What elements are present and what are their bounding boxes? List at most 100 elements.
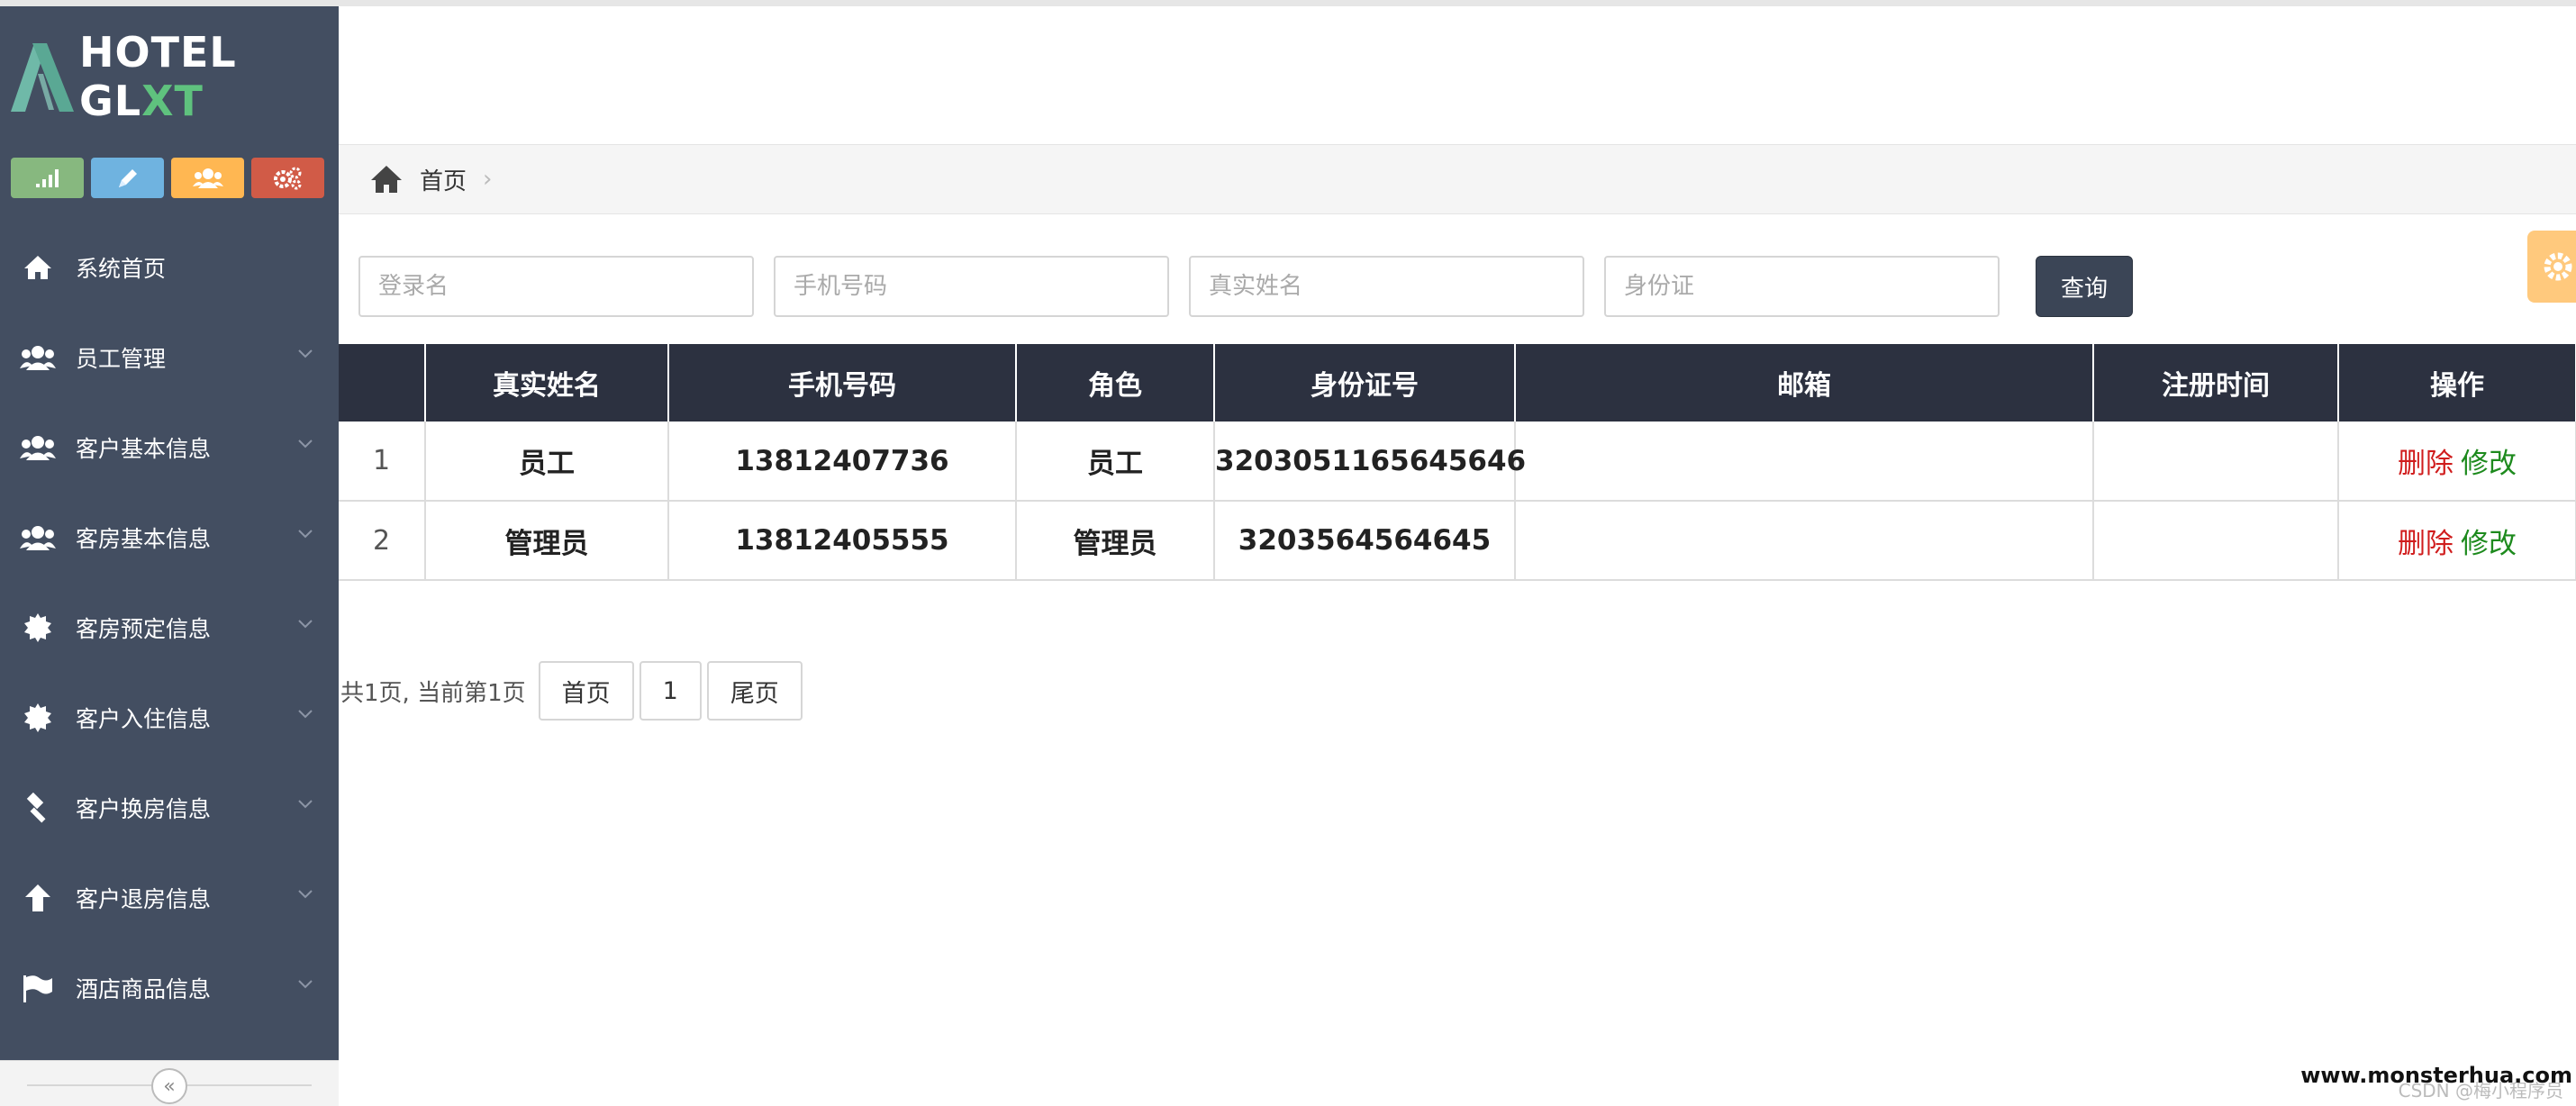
edit-link[interactable]: 修改	[2461, 528, 2517, 560]
last-page-button[interactable]: 尾页	[706, 661, 803, 721]
sidebar-menu: 系统首页 员工管理 客户基本信息 客房基本信息 客房预定信息 客户入住信息 客户…	[0, 222, 339, 1033]
table-row: 1 员工 13812407736 员工 3203051165645646 删除修…	[339, 422, 2576, 502]
users-icon	[20, 430, 56, 466]
gear-icon	[2544, 252, 2572, 281]
table-header-row: 真实姓名 手机号码 角色 身份证号 邮箱 注册时间 操作	[339, 344, 2576, 422]
chevron-down-icon	[298, 530, 313, 539]
column-header-phone: 手机号码	[668, 344, 1017, 422]
logo-text-accent: XT	[141, 77, 204, 125]
users-icon	[20, 340, 56, 376]
breadcrumb: 首页 ›	[339, 144, 2576, 214]
signal-icon	[35, 168, 59, 187]
sidebar-item-label: 系统首页	[76, 256, 167, 282]
sidebar-collapse-button[interactable]: «	[151, 1068, 187, 1104]
column-header-actions: 操作	[2338, 344, 2576, 422]
column-header-email: 邮箱	[1515, 344, 2094, 422]
sidebar-item-room-info[interactable]: 客房基本信息	[0, 493, 339, 583]
cell-phone: 13812407736	[668, 422, 1017, 502]
certificate-icon	[20, 610, 56, 646]
top-border	[0, 0, 2576, 6]
cell-email	[1515, 422, 2094, 502]
sidebar-item-label: 客户入住信息	[76, 706, 212, 732]
chevron-down-icon	[298, 440, 313, 449]
column-header-real-name: 真实姓名	[425, 344, 669, 422]
chevron-down-icon	[298, 800, 313, 809]
cell-role: 管理员	[1016, 501, 1215, 581]
sidebar-item-label: 酒店商品信息	[76, 976, 212, 1002]
phone-input[interactable]	[774, 256, 1169, 317]
search-button[interactable]: 查询	[2036, 256, 2133, 317]
sidebar-item-label: 客房预定信息	[76, 616, 212, 642]
row-index: 2	[339, 501, 426, 581]
sidebar-item-label: 客户换房信息	[76, 796, 212, 822]
sidebar-item-label: 员工管理	[76, 346, 167, 372]
breadcrumb-separator: ›	[483, 166, 493, 193]
login-name-input[interactable]	[358, 256, 754, 317]
pencil-icon	[118, 168, 137, 187]
page-number-button[interactable]: 1	[639, 661, 702, 721]
cell-real-name: 员工	[425, 422, 669, 502]
sidebar-item-checkout[interactable]: 客户退房信息	[0, 853, 339, 943]
cell-email	[1515, 501, 2094, 581]
delete-link[interactable]: 删除	[2398, 528, 2454, 560]
cell-role: 员工	[1016, 422, 1215, 502]
sidebar-item-room-change[interactable]: 客户换房信息	[0, 763, 339, 853]
cell-register-time	[2093, 501, 2339, 581]
column-header-id-number: 身份证号	[1214, 344, 1516, 422]
first-page-button[interactable]: 首页	[538, 661, 634, 721]
sidebar-item-room-booking[interactable]: 客房预定信息	[0, 583, 339, 673]
cell-actions: 删除 修改	[2338, 501, 2576, 581]
cell-id-number: 3203051165645646	[1214, 422, 1526, 502]
cell-register-time	[2093, 422, 2339, 502]
sidebar-item-label: 客房基本信息	[76, 526, 212, 552]
sidebar-item-goods[interactable]: 酒店商品信息	[0, 943, 339, 1033]
pagination-info: 共1页, 当前第1页	[340, 679, 526, 707]
column-header-index	[339, 344, 426, 422]
chevron-down-icon	[298, 349, 313, 358]
sidebar-item-customer-info[interactable]: 客户基本信息	[0, 403, 339, 493]
sidebar-item-label: 客户基本信息	[76, 436, 212, 462]
delete-link[interactable]: 删除	[2398, 448, 2454, 480]
pagination: 共1页, 当前第1页 首页 1 尾页	[340, 661, 803, 721]
home-icon	[371, 166, 402, 193]
gavel-icon	[20, 790, 56, 826]
cogs-shortcut-button[interactable]	[251, 158, 324, 198]
chevron-down-icon	[298, 710, 313, 719]
sidebar-item-checkin[interactable]: 客户入住信息	[0, 673, 339, 763]
sidebar-item-home[interactable]: 系统首页	[0, 222, 339, 313]
signal-shortcut-button[interactable]	[11, 158, 84, 198]
home-icon	[20, 249, 56, 286]
users-shortcut-button[interactable]	[171, 158, 244, 198]
row-index: 1	[339, 422, 426, 502]
cogs-icon	[273, 167, 301, 189]
real-name-input[interactable]	[1189, 256, 1584, 317]
logo-text: HOTEL GLXT	[79, 28, 339, 125]
cell-real-name: 管理员	[425, 501, 669, 581]
certificate-icon	[20, 700, 56, 736]
staff-table: 真实姓名 手机号码 角色 身份证号 邮箱 注册时间 操作 1 员工 138124…	[339, 344, 2576, 581]
settings-toggle-button[interactable]	[2527, 231, 2576, 303]
app-logo[interactable]: HOTEL GLXT	[0, 6, 339, 147]
logo-mark-icon	[7, 38, 76, 115]
table-row: 2 管理员 13812405555 管理员 3203564564645 删除 修改	[339, 501, 2576, 581]
id-card-input[interactable]	[1604, 256, 2000, 317]
chevron-down-icon	[298, 980, 313, 989]
users-icon	[192, 168, 223, 188]
cell-id-number: 3203564564645	[1214, 501, 1516, 581]
flag-icon	[20, 970, 56, 1006]
pencil-shortcut-button[interactable]	[91, 158, 164, 198]
column-header-role: 角色	[1016, 344, 1215, 422]
sidebar-item-staff[interactable]: 员工管理	[0, 313, 339, 403]
shortcut-buttons	[11, 158, 324, 198]
chevron-down-icon	[298, 890, 313, 899]
chevron-down-icon	[298, 620, 313, 629]
arrow-up-icon	[20, 880, 56, 916]
cell-phone: 13812405555	[668, 501, 1017, 581]
sidebar-collapse-bar: «	[0, 1060, 339, 1106]
csdn-watermark: CSDN @梅小程序员	[2398, 1080, 2563, 1101]
cell-actions: 删除 修改	[2338, 422, 2576, 502]
edit-link[interactable]: 修改	[2461, 448, 2517, 480]
search-form: 查询	[358, 256, 2133, 317]
breadcrumb-home-link[interactable]: 首页	[420, 163, 467, 196]
column-header-register-time: 注册时间	[2093, 344, 2339, 422]
